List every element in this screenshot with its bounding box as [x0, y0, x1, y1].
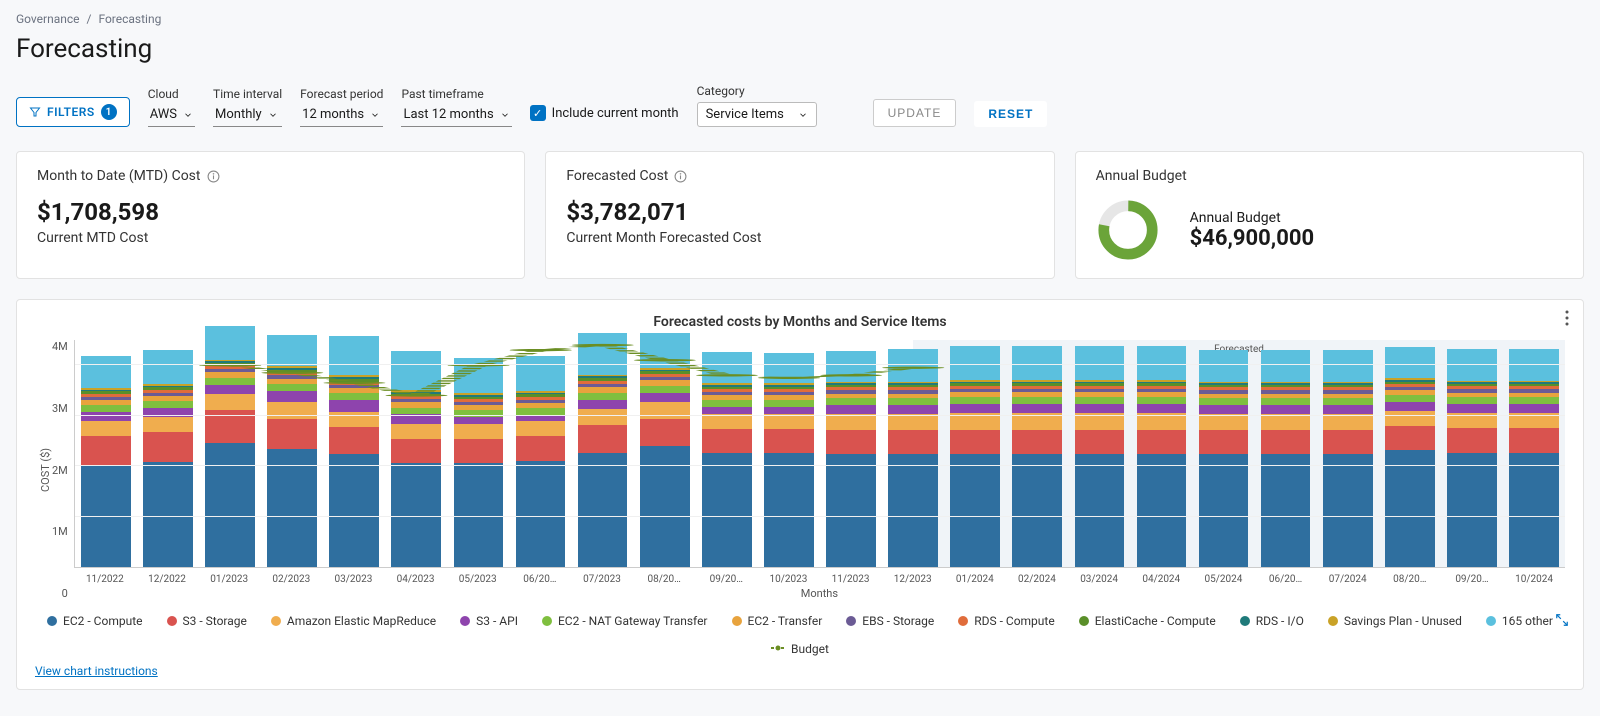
bar-slot[interactable]: [1006, 346, 1068, 567]
budget-label: Annual Budget: [1190, 210, 1314, 226]
fc-card-title: Forecasted Cost: [566, 168, 668, 184]
info-icon[interactable]: [207, 170, 220, 183]
bar-slot[interactable]: [261, 335, 323, 567]
bar-slot[interactable]: [1503, 349, 1565, 567]
view-instructions-link[interactable]: View chart instructions: [35, 664, 158, 678]
bar-slot[interactable]: [1441, 349, 1503, 567]
annual-budget-card: Annual Budget Annual Budget $46,900,000: [1075, 151, 1584, 279]
summary-cards-row: Month to Date (MTD) Cost $1,708,598 Curr…: [16, 151, 1584, 279]
fc-value: $3,782,071: [566, 198, 1033, 226]
bar-slot[interactable]: [634, 333, 696, 567]
filters-count-badge: 1: [101, 104, 117, 120]
info-icon[interactable]: [674, 170, 687, 183]
bar-slot[interactable]: [1255, 350, 1317, 567]
chevron-down-icon: [268, 110, 278, 120]
bar-slot[interactable]: [572, 333, 634, 567]
bar-slot[interactable]: [944, 346, 1006, 567]
controls-row: FILTERS 1 Cloud AWS Time interval Monthl…: [16, 84, 1584, 127]
legend-item-budget[interactable]: Budget: [771, 642, 829, 656]
checkbox-checked-icon: ✓: [530, 105, 546, 121]
bar-slot[interactable]: [1068, 346, 1130, 567]
legend-item[interactable]: ElastiCache - Compute: [1079, 614, 1216, 628]
y-axis-ticks: 4M3M2M1M0: [52, 340, 74, 600]
cloud-select[interactable]: AWS: [148, 105, 195, 127]
x-axis-label: Months: [74, 587, 1565, 600]
bar-slot[interactable]: [385, 351, 447, 567]
bar-slot[interactable]: [447, 358, 509, 567]
budget-card-title: Annual Budget: [1096, 168, 1187, 184]
legend-item[interactable]: EC2 - Transfer: [732, 614, 823, 628]
bar-slot[interactable]: [1130, 346, 1192, 567]
legend-item[interactable]: S3 - API: [460, 614, 518, 628]
x-axis-ticks: 11/202212/202201/202302/202303/202304/20…: [74, 568, 1565, 585]
bar-slot[interactable]: [1379, 347, 1441, 567]
page-title: Forecasting: [16, 34, 1584, 64]
chart-title: Forecasted costs by Months and Service I…: [35, 314, 1565, 330]
mtd-sub: Current MTD Cost: [37, 230, 504, 246]
mtd-value: $1,708,598: [37, 198, 504, 226]
filter-icon: [29, 106, 41, 118]
bar-slot[interactable]: [1317, 350, 1379, 567]
chevron-down-icon: [798, 110, 808, 120]
bar-slot[interactable]: [509, 356, 571, 567]
legend-item[interactable]: RDS - Compute: [958, 614, 1054, 628]
legend-item[interactable]: S3 - Storage: [167, 614, 247, 628]
cloud-label: Cloud: [148, 87, 195, 101]
fc-sub: Current Month Forecasted Cost: [566, 230, 1033, 246]
forecasted-cost-card: Forecasted Cost $3,782,071 Current Month…: [545, 151, 1054, 279]
y-axis-label: COST ($): [35, 340, 52, 600]
bar-slot[interactable]: [820, 351, 882, 567]
chart-legend: EC2 - Compute S3 - Storage Amazon Elastic …: [35, 614, 1565, 656]
breadcrumb-current: Forecasting: [98, 12, 161, 26]
chart-expand-button[interactable]: [1555, 613, 1569, 631]
time-interval-label: Time interval: [213, 87, 282, 101]
chart-plot-area[interactable]: Forecasted: [74, 340, 1565, 568]
category-select[interactable]: Service Items: [697, 102, 817, 127]
collapse-icon: [1555, 613, 1569, 627]
legend-item[interactable]: Savings Plan - Unused: [1328, 614, 1462, 628]
update-button[interactable]: UPDATE: [873, 99, 957, 127]
chart-options-button[interactable]: [1565, 310, 1569, 330]
budget-value: $46,900,000: [1190, 226, 1314, 251]
bar-slot[interactable]: [323, 336, 385, 567]
bar-slot[interactable]: [1192, 350, 1254, 567]
chevron-down-icon: [183, 110, 193, 120]
legend-item[interactable]: RDS - I/O: [1240, 614, 1304, 628]
bars-container: [75, 340, 1565, 567]
bar-slot[interactable]: [758, 353, 820, 567]
breadcrumb-root[interactable]: Governance: [16, 12, 80, 26]
forecast-period-label: Forecast period: [300, 87, 383, 101]
past-timeframe-select[interactable]: Last 12 months: [401, 105, 511, 127]
legend-item[interactable]: EC2 - NAT Gateway Transfer: [542, 614, 708, 628]
reset-button[interactable]: RESET: [974, 101, 1047, 127]
forecast-chart-card: Forecasted costs by Months and Service I…: [16, 299, 1584, 690]
bar-slot[interactable]: [137, 350, 199, 567]
bar-slot[interactable]: [199, 326, 261, 567]
legend-item[interactable]: EC2 - Compute: [47, 614, 142, 628]
bar-slot[interactable]: [882, 349, 944, 567]
legend-item[interactable]: EBS - Storage: [846, 614, 934, 628]
forecast-period-select[interactable]: 12 months: [300, 105, 383, 127]
chevron-down-icon: [500, 110, 510, 120]
category-label: Category: [697, 84, 817, 98]
budget-donut-chart: [1096, 198, 1160, 262]
chevron-down-icon: [370, 110, 380, 120]
time-interval-select[interactable]: Monthly: [213, 105, 282, 127]
include-current-checkbox[interactable]: ✓ Include current month: [530, 105, 679, 121]
mtd-cost-card: Month to Date (MTD) Cost $1,708,598 Curr…: [16, 151, 525, 279]
bar-slot[interactable]: [75, 356, 137, 567]
past-timeframe-label: Past timeframe: [401, 87, 511, 101]
filters-button[interactable]: FILTERS 1: [16, 97, 130, 127]
bar-slot[interactable]: [696, 352, 758, 567]
mtd-card-title: Month to Date (MTD) Cost: [37, 168, 201, 184]
breadcrumb: Governance / Forecasting: [16, 12, 1584, 26]
legend-item[interactable]: Amazon Elastic MapReduce: [271, 614, 436, 628]
dots-vertical-icon: [1565, 310, 1569, 326]
legend-item[interactable]: 165 other: [1486, 614, 1553, 628]
